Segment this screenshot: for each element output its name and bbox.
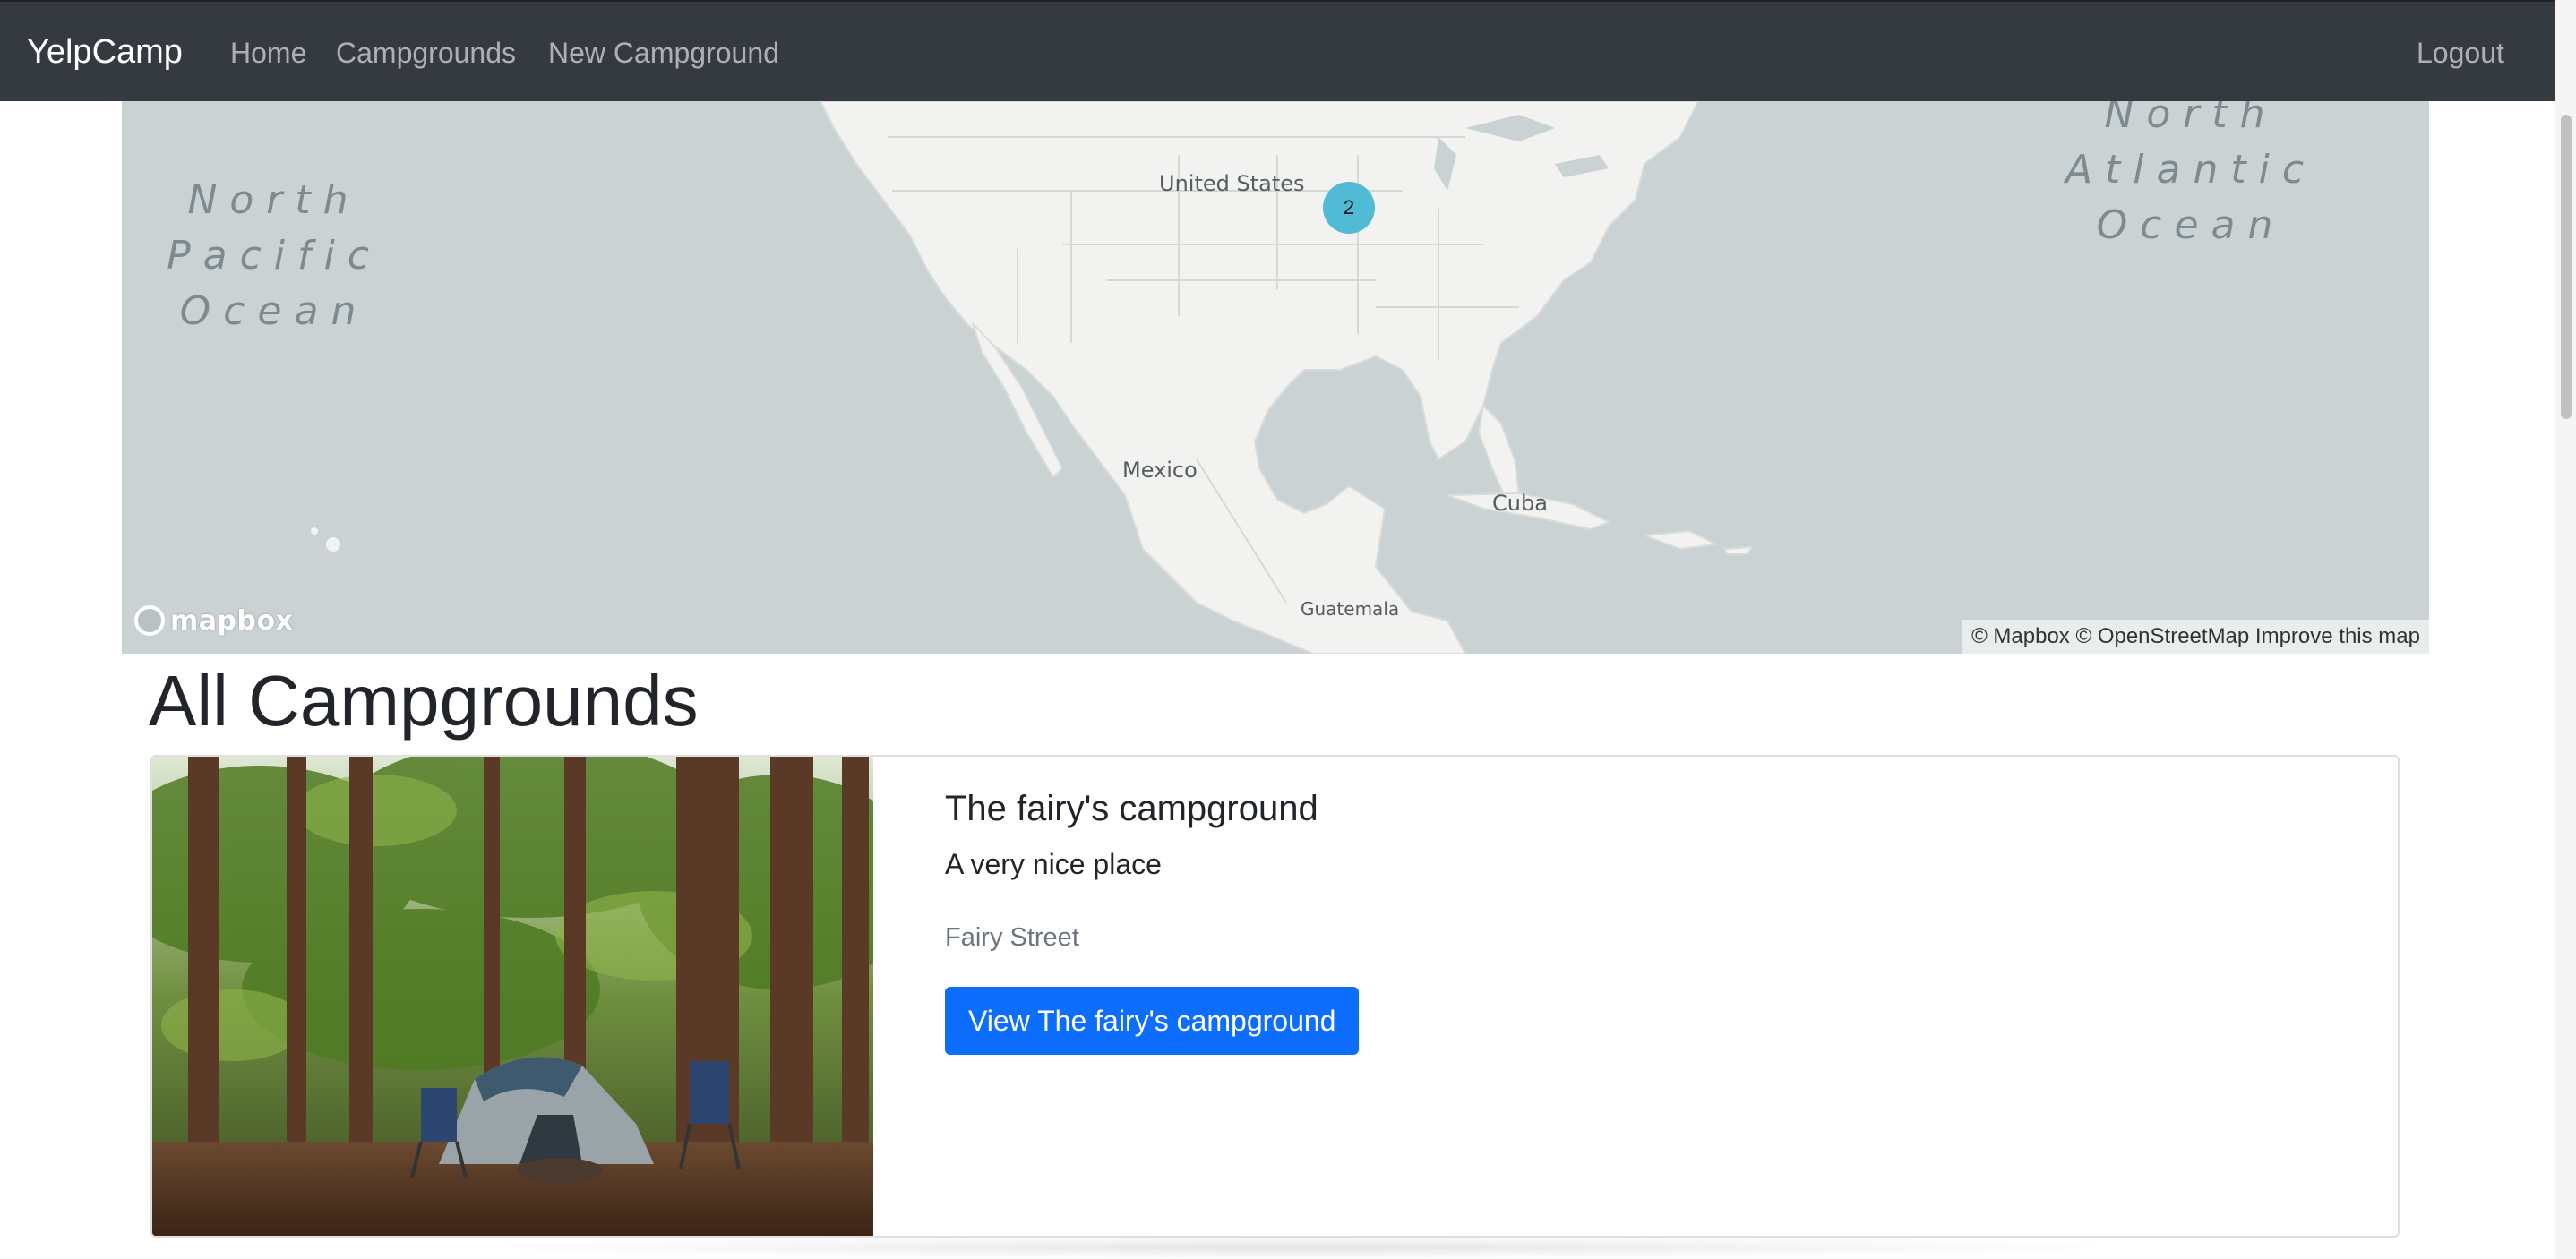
mapbox-logo-text: mapbox <box>170 604 294 637</box>
place-label-guatemala: Guatemala <box>1301 598 1400 620</box>
scrollbar-thumb[interactable] <box>2561 115 2572 419</box>
nav-link-campgrounds[interactable]: Campgrounds <box>336 36 516 70</box>
scrollbar-track[interactable] <box>2555 0 2576 1259</box>
ocean-label-pacific: North Pacific Ocean <box>167 177 382 334</box>
page-title: All Campgrounds <box>149 661 699 741</box>
nav-link-new-campground[interactable]: New Campground <box>548 36 779 70</box>
mapbox-logo-icon <box>134 605 165 636</box>
campground-title: The fairy's campground <box>945 789 1318 828</box>
map-cluster-marker[interactable]: 2 <box>1323 182 1375 234</box>
campground-image <box>152 757 873 1236</box>
attribution-osm-link[interactable]: © OpenStreetMap <box>2075 624 2249 648</box>
campground-description: A very nice place <box>945 848 1162 880</box>
campground-map[interactable]: North Pacific Ocean North Atlantic Ocean… <box>122 101 2429 654</box>
ocean-label-atlantic: North Atlantic Ocean <box>2065 101 2317 248</box>
mapbox-logo[interactable]: mapbox <box>134 603 293 638</box>
nav-link-home[interactable]: Home <box>230 36 306 70</box>
attribution-improve-link[interactable]: Improve this map <box>2255 624 2420 648</box>
campground-card: The fairy's campground A very nice place… <box>150 755 2400 1238</box>
place-label-united-states: United States <box>1159 171 1305 196</box>
place-label-cuba: Cuba <box>1492 491 1548 516</box>
logout-link[interactable]: Logout <box>2417 36 2504 70</box>
page-bottom-shadow <box>448 1236 2150 1259</box>
brand-link[interactable]: YelpCamp <box>27 32 183 72</box>
navbar: YelpCamp Home Campgrounds New Campground… <box>0 0 2555 101</box>
campground-location: Fairy Street <box>945 923 1079 952</box>
attribution-mapbox-link[interactable]: © Mapbox <box>1971 624 2070 648</box>
place-label-mexico: Mexico <box>1122 458 1198 483</box>
map-attribution: © Mapbox © OpenStreetMap Improve this ma… <box>1962 620 2429 654</box>
view-campground-button[interactable]: View The fairy's campground <box>945 987 1360 1055</box>
